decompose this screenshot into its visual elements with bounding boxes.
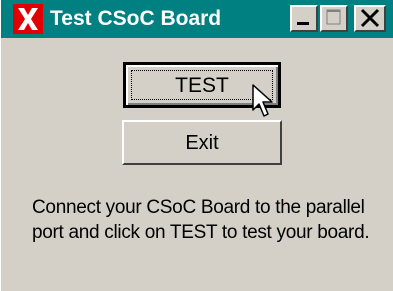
exit-button[interactable]: Exit (122, 120, 282, 165)
title-bar[interactable]: Test CSoC Board (1, 0, 393, 38)
instruction-text: Connect your CSoC Board to the parallel … (32, 197, 370, 243)
minimize-button[interactable] (290, 5, 318, 32)
minimize-icon (297, 22, 309, 25)
mouse-pointer-icon (252, 84, 273, 117)
test-csoc-board-window: Test CSoC Board TEST Exit Connect your C… (0, 0, 393, 291)
x-icon[interactable] (13, 4, 43, 34)
exit-button-label: Exit (185, 132, 219, 154)
window-title: Test CSoC Board (50, 7, 222, 30)
close-button[interactable] (354, 5, 386, 32)
close-icon (360, 8, 380, 28)
maximize-icon (326, 9, 341, 25)
maximize-button[interactable] (320, 5, 348, 32)
